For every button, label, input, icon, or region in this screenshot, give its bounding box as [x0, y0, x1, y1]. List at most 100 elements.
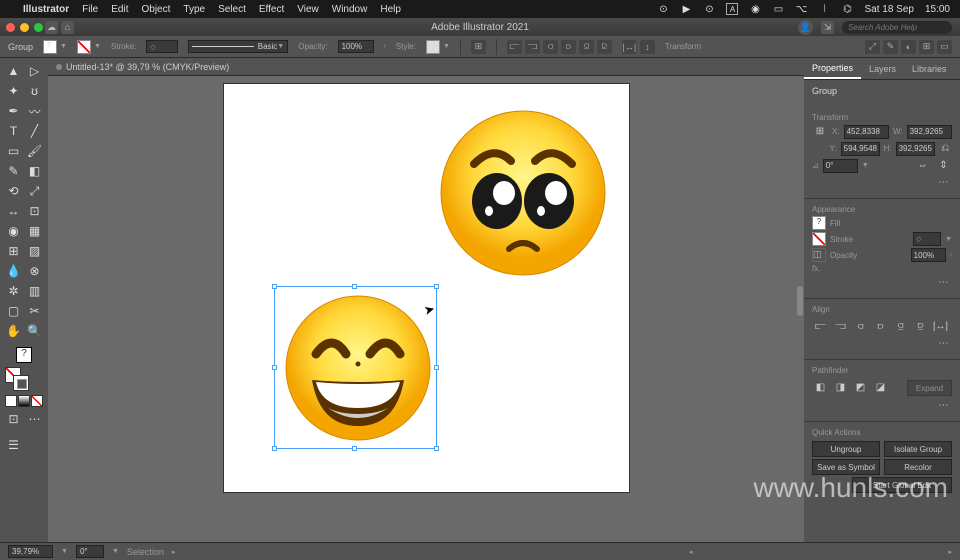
more-options-icon[interactable]: ▭: [937, 40, 952, 54]
pathfinder-more-icon[interactable]: ⋯: [935, 398, 952, 413]
pathfinder-minus-icon[interactable]: ◨: [832, 380, 849, 395]
emoji-sad-face[interactable]: [439, 109, 607, 277]
panel-align-top-icon[interactable]: ⫐: [872, 319, 889, 334]
status-icon[interactable]: ⊙: [657, 3, 669, 15]
line-tool[interactable]: ╱: [24, 121, 45, 141]
fill-dropdown[interactable]: ?▼: [43, 40, 67, 54]
pathfinder-intersect-icon[interactable]: ◩: [852, 380, 869, 395]
opacity-input[interactable]: 100%: [338, 40, 374, 53]
scale-tool[interactable]: ⤢: [24, 181, 45, 201]
rectangle-tool[interactable]: ▭: [3, 141, 24, 161]
selection-tool[interactable]: ▲: [3, 61, 24, 81]
align-hcenter-icon[interactable]: ⫎: [525, 40, 540, 54]
align-more-icon[interactable]: ⋯: [935, 336, 952, 351]
menu-window[interactable]: Window: [332, 4, 368, 15]
menu-edit[interactable]: Edit: [111, 4, 128, 15]
edit-toolbar-icon[interactable]: ⋯: [24, 409, 45, 429]
width-tool[interactable]: ↔: [3, 201, 24, 221]
menu-file[interactable]: File: [82, 4, 98, 15]
style-dropdown[interactable]: ▼: [426, 40, 450, 54]
rotate-view-input[interactable]: 0°: [76, 545, 104, 558]
tab-layers[interactable]: Layers: [861, 58, 904, 79]
panel-opacity-input[interactable]: 100%: [911, 248, 946, 262]
tab-properties[interactable]: Properties: [804, 58, 861, 79]
status-caret[interactable]: ▸: [172, 548, 176, 556]
distribute-h-icon[interactable]: |↔|: [622, 40, 637, 54]
link-wh-icon[interactable]: ⎌: [939, 141, 953, 156]
lasso-tool[interactable]: ʊ: [24, 81, 45, 101]
status-play-icon[interactable]: ⊙: [703, 3, 715, 15]
drawer-icon[interactable]: ☰: [3, 435, 24, 455]
mask-icon[interactable]: ◐: [901, 40, 916, 54]
zoom-tool[interactable]: 🔍: [24, 321, 45, 341]
menu-help[interactable]: Help: [380, 4, 401, 15]
ref-point-icon[interactable]: ⊞: [919, 40, 934, 54]
wifi-icon[interactable]: ⌥: [795, 3, 807, 15]
status-circle-icon[interactable]: ◉: [749, 3, 761, 15]
screen-mode-icon[interactable]: ⊡: [3, 409, 24, 429]
ungroup-button[interactable]: Ungroup: [812, 441, 880, 457]
search-icon[interactable]: ⦚: [818, 3, 830, 15]
fx-label[interactable]: fx.: [812, 264, 820, 273]
color-mode-none[interactable]: [31, 395, 43, 407]
isolate-icon[interactable]: ⤢: [865, 40, 880, 54]
help-search-input[interactable]: Search Adobe Help: [842, 21, 952, 34]
stroke-swatch-dropdown[interactable]: ▼: [77, 40, 101, 54]
vertical-scrollbar[interactable]: [797, 286, 803, 316]
menu-effect[interactable]: Effect: [259, 4, 284, 15]
flip-v-icon[interactable]: ⇕: [935, 158, 952, 173]
selection-bounding-box[interactable]: [274, 286, 437, 449]
window-minimize-button[interactable]: [20, 23, 29, 32]
graph-tool[interactable]: ▥: [24, 281, 45, 301]
transform-label[interactable]: Transform: [665, 42, 701, 51]
slice-tool[interactable]: ✂: [24, 301, 45, 321]
stroke-weight-input[interactable]: ◇: [146, 40, 178, 53]
flip-h-icon[interactable]: ⇔: [914, 158, 931, 173]
perspective-tool[interactable]: ▦: [24, 221, 45, 241]
pathfinder-unite-icon[interactable]: ◧: [812, 380, 829, 395]
pathfinder-exclude-icon[interactable]: ◪: [872, 380, 889, 395]
panel-align-vcenter-icon[interactable]: ⫑: [892, 319, 909, 334]
free-transform-tool[interactable]: ⊡: [24, 201, 45, 221]
isolate-group-button[interactable]: Isolate Group: [884, 441, 952, 457]
user-avatar-icon[interactable]: 👤: [798, 20, 813, 35]
transform-h-input[interactable]: 392,9265: [896, 142, 935, 156]
transform-w-input[interactable]: 392,9265: [907, 125, 952, 139]
align-right-icon[interactable]: ⫏: [543, 40, 558, 54]
status-a-icon[interactable]: A: [726, 3, 738, 15]
color-mode-gradient[interactable]: [18, 395, 30, 407]
doc-setup-icon[interactable]: ⊞: [471, 40, 486, 54]
gradient-tool[interactable]: ▨: [24, 241, 45, 261]
align-left-icon[interactable]: ⫍: [507, 40, 522, 54]
menubar-time[interactable]: 15:00: [925, 4, 950, 15]
distribute-v-icon[interactable]: ↕: [640, 40, 655, 54]
fill-swatch[interactable]: ?: [812, 216, 826, 230]
app-menu[interactable]: Illustrator: [23, 4, 69, 15]
window-zoom-button[interactable]: [34, 23, 43, 32]
shape-builder-tool[interactable]: ◉: [3, 221, 24, 241]
artboard-tool[interactable]: ▢: [3, 301, 24, 321]
panel-align-left-icon[interactable]: ⫍: [812, 319, 829, 334]
transform-more-icon[interactable]: ⋯: [935, 175, 952, 190]
opacity-caret[interactable]: ›: [384, 43, 386, 50]
reference-point-icon[interactable]: ⊞: [812, 124, 828, 139]
home-icon[interactable]: ⌂: [61, 21, 74, 34]
tab-libraries[interactable]: Libraries: [904, 58, 955, 79]
rotate-tool[interactable]: ⟲: [3, 181, 24, 201]
fill-stroke-swap[interactable]: [5, 367, 29, 391]
rotate-input[interactable]: 0°: [823, 159, 858, 173]
panel-distribute-icon[interactable]: |↔|: [932, 319, 949, 334]
menu-object[interactable]: Object: [141, 4, 170, 15]
align-bottom-icon[interactable]: ⫒: [597, 40, 612, 54]
menu-view[interactable]: View: [297, 4, 319, 15]
color-mode-fill[interactable]: [5, 395, 17, 407]
magic-wand-tool[interactable]: ✦: [3, 81, 24, 101]
panel-align-hcenter-icon[interactable]: ⫎: [832, 319, 849, 334]
direct-selection-tool[interactable]: ▷: [24, 61, 45, 81]
status-record-icon[interactable]: ▶: [680, 3, 692, 15]
cloud-icon[interactable]: ☁: [45, 21, 58, 34]
status-battery-icon[interactable]: ▭: [772, 3, 784, 15]
transform-x-input[interactable]: 452,8338: [844, 125, 889, 139]
align-top-icon[interactable]: ⫐: [561, 40, 576, 54]
hand-tool[interactable]: ✋: [3, 321, 24, 341]
